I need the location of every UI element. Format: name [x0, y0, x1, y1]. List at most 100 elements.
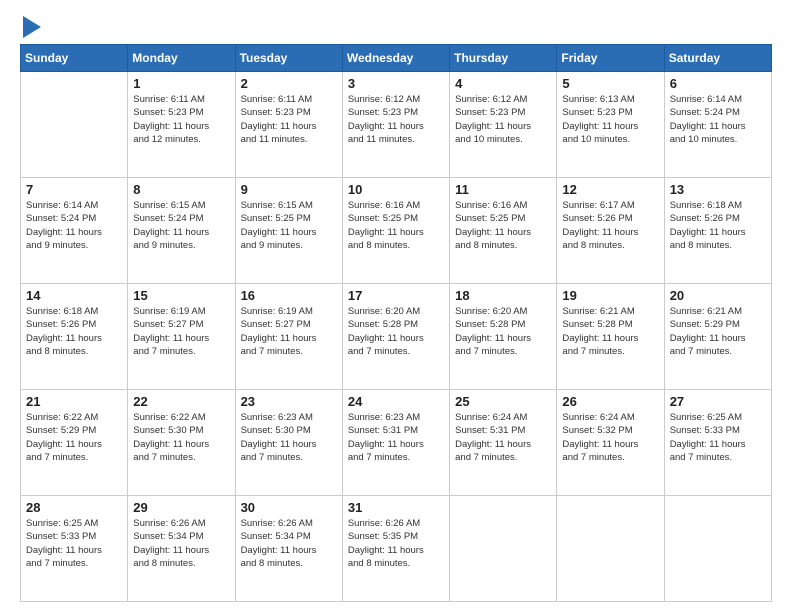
cell-info: Sunrise: 6:18 AM Sunset: 5:26 PM Dayligh… — [670, 199, 766, 252]
day-number: 11 — [455, 182, 551, 197]
calendar-cell — [557, 496, 664, 602]
day-header-saturday: Saturday — [664, 45, 771, 72]
cell-info: Sunrise: 6:15 AM Sunset: 5:24 PM Dayligh… — [133, 199, 229, 252]
cell-info: Sunrise: 6:16 AM Sunset: 5:25 PM Dayligh… — [348, 199, 444, 252]
calendar-cell: 10 Sunrise: 6:16 AM Sunset: 5:25 PM Dayli… — [342, 178, 449, 284]
cell-info: Sunrise: 6:21 AM Sunset: 5:29 PM Dayligh… — [670, 305, 766, 358]
day-header-wednesday: Wednesday — [342, 45, 449, 72]
day-number: 21 — [26, 394, 122, 409]
week-row-5: 28Sunrise: 6:25 AM Sunset: 5:33 PM Dayli… — [21, 496, 772, 602]
day-number: 13 — [670, 182, 766, 197]
week-row-3: 14 Sunrise: 6:18 AM Sunset: 5:26 PM Dayli… — [21, 284, 772, 390]
calendar-cell: 24Sunrise: 6:23 AM Sunset: 5:31 PM Dayli… — [342, 390, 449, 496]
calendar-cell: 9Sunrise: 6:15 AM Sunset: 5:25 PM Daylig… — [235, 178, 342, 284]
cell-info: Sunrise: 6:24 AM Sunset: 5:32 PM Dayligh… — [562, 411, 658, 464]
calendar-cell: 6 Sunrise: 6:14 AM Sunset: 5:24 PM Daylig… — [664, 72, 771, 178]
cell-info: Sunrise: 6:22 AM Sunset: 5:30 PM Dayligh… — [133, 411, 229, 464]
calendar-cell: 22 Sunrise: 6:22 AM Sunset: 5:30 PM Dayli… — [128, 390, 235, 496]
day-number: 9 — [241, 182, 337, 197]
day-number: 14 — [26, 288, 122, 303]
cell-info: Sunrise: 6:14 AM Sunset: 5:24 PM Dayligh… — [670, 93, 766, 146]
cell-info: Sunrise: 6:23 AM Sunset: 5:30 PM Dayligh… — [241, 411, 337, 464]
cell-info: Sunrise: 6:16 AM Sunset: 5:25 PM Dayligh… — [455, 199, 551, 252]
day-number: 15 — [133, 288, 229, 303]
cell-info: Sunrise: 6:26 AM Sunset: 5:35 PM Dayligh… — [348, 517, 444, 570]
cell-info: Sunrise: 6:12 AM Sunset: 5:23 PM Dayligh… — [348, 93, 444, 146]
day-number: 27 — [670, 394, 766, 409]
day-number: 3 — [348, 76, 444, 91]
cell-info: Sunrise: 6:26 AM Sunset: 5:34 PM Dayligh… — [241, 517, 337, 570]
cell-info: Sunrise: 6:22 AM Sunset: 5:29 PM Dayligh… — [26, 411, 122, 464]
day-number: 12 — [562, 182, 658, 197]
calendar-cell: 18 Sunrise: 6:20 AM Sunset: 5:28 PM Dayli… — [450, 284, 557, 390]
day-header-monday: Monday — [128, 45, 235, 72]
day-number: 19 — [562, 288, 658, 303]
week-row-1: 1 Sunrise: 6:11 AM Sunset: 5:23 PM Daylig… — [21, 72, 772, 178]
day-number: 24 — [348, 394, 444, 409]
header — [20, 18, 772, 34]
cell-info: Sunrise: 6:11 AM Sunset: 5:23 PM Dayligh… — [241, 93, 337, 146]
cell-info: Sunrise: 6:17 AM Sunset: 5:26 PM Dayligh… — [562, 199, 658, 252]
cell-info: Sunrise: 6:21 AM Sunset: 5:28 PM Dayligh… — [562, 305, 658, 358]
calendar-cell: 23 Sunrise: 6:23 AM Sunset: 5:30 PM Dayli… — [235, 390, 342, 496]
cell-info: Sunrise: 6:12 AM Sunset: 5:23 PM Dayligh… — [455, 93, 551, 146]
day-number: 17 — [348, 288, 444, 303]
day-number: 16 — [241, 288, 337, 303]
cell-info: Sunrise: 6:20 AM Sunset: 5:28 PM Dayligh… — [348, 305, 444, 358]
day-number: 4 — [455, 76, 551, 91]
calendar-cell: 14 Sunrise: 6:18 AM Sunset: 5:26 PM Dayli… — [21, 284, 128, 390]
cell-info: Sunrise: 6:19 AM Sunset: 5:27 PM Dayligh… — [133, 305, 229, 358]
calendar-cell: 25Sunrise: 6:24 AM Sunset: 5:31 PM Dayli… — [450, 390, 557, 496]
calendar-table: SundayMondayTuesdayWednesdayThursdayFrid… — [20, 44, 772, 602]
cell-info: Sunrise: 6:19 AM Sunset: 5:27 PM Dayligh… — [241, 305, 337, 358]
calendar-cell: 26 Sunrise: 6:24 AM Sunset: 5:32 PM Dayli… — [557, 390, 664, 496]
calendar-cell: 1 Sunrise: 6:11 AM Sunset: 5:23 PM Daylig… — [128, 72, 235, 178]
day-header-thursday: Thursday — [450, 45, 557, 72]
calendar-cell: 30 Sunrise: 6:26 AM Sunset: 5:34 PM Dayli… — [235, 496, 342, 602]
calendar-cell: 11 Sunrise: 6:16 AM Sunset: 5:25 PM Dayli… — [450, 178, 557, 284]
calendar-cell — [450, 496, 557, 602]
day-number: 23 — [241, 394, 337, 409]
day-header-tuesday: Tuesday — [235, 45, 342, 72]
calendar-cell: 3 Sunrise: 6:12 AM Sunset: 5:23 PM Daylig… — [342, 72, 449, 178]
cell-info: Sunrise: 6:26 AM Sunset: 5:34 PM Dayligh… — [133, 517, 229, 570]
day-number: 10 — [348, 182, 444, 197]
day-number: 8 — [133, 182, 229, 197]
days-header-row: SundayMondayTuesdayWednesdayThursdayFrid… — [21, 45, 772, 72]
calendar-cell: 19 Sunrise: 6:21 AM Sunset: 5:28 PM Dayli… — [557, 284, 664, 390]
week-row-2: 7 Sunrise: 6:14 AM Sunset: 5:24 PM Daylig… — [21, 178, 772, 284]
day-header-friday: Friday — [557, 45, 664, 72]
cell-info: Sunrise: 6:25 AM Sunset: 5:33 PM Dayligh… — [26, 517, 122, 570]
calendar-cell: 27Sunrise: 6:25 AM Sunset: 5:33 PM Dayli… — [664, 390, 771, 496]
calendar-cell: 31 Sunrise: 6:26 AM Sunset: 5:35 PM Dayli… — [342, 496, 449, 602]
calendar-cell: 15 Sunrise: 6:19 AM Sunset: 5:27 PM Dayli… — [128, 284, 235, 390]
calendar-cell: 13 Sunrise: 6:18 AM Sunset: 5:26 PM Dayli… — [664, 178, 771, 284]
cell-info: Sunrise: 6:13 AM Sunset: 5:23 PM Dayligh… — [562, 93, 658, 146]
page: SundayMondayTuesdayWednesdayThursdayFrid… — [0, 0, 792, 612]
calendar-cell: 5 Sunrise: 6:13 AM Sunset: 5:23 PM Daylig… — [557, 72, 664, 178]
cell-info: Sunrise: 6:11 AM Sunset: 5:23 PM Dayligh… — [133, 93, 229, 146]
calendar-cell — [21, 72, 128, 178]
calendar-cell: 7 Sunrise: 6:14 AM Sunset: 5:24 PM Daylig… — [21, 178, 128, 284]
day-number: 26 — [562, 394, 658, 409]
day-number: 7 — [26, 182, 122, 197]
cell-info: Sunrise: 6:18 AM Sunset: 5:26 PM Dayligh… — [26, 305, 122, 358]
calendar-cell: 21 Sunrise: 6:22 AM Sunset: 5:29 PM Dayli… — [21, 390, 128, 496]
day-number: 20 — [670, 288, 766, 303]
calendar-cell: 8 Sunrise: 6:15 AM Sunset: 5:24 PM Daylig… — [128, 178, 235, 284]
calendar-cell: 20 Sunrise: 6:21 AM Sunset: 5:29 PM Dayli… — [664, 284, 771, 390]
day-number: 25 — [455, 394, 551, 409]
day-number: 5 — [562, 76, 658, 91]
day-number: 30 — [241, 500, 337, 515]
calendar-cell: 17 Sunrise: 6:20 AM Sunset: 5:28 PM Dayli… — [342, 284, 449, 390]
cell-info: Sunrise: 6:14 AM Sunset: 5:24 PM Dayligh… — [26, 199, 122, 252]
day-number: 22 — [133, 394, 229, 409]
day-number: 1 — [133, 76, 229, 91]
logo-icon — [23, 16, 41, 38]
calendar-cell: 4 Sunrise: 6:12 AM Sunset: 5:23 PM Daylig… — [450, 72, 557, 178]
day-number: 6 — [670, 76, 766, 91]
day-number: 18 — [455, 288, 551, 303]
cell-info: Sunrise: 6:20 AM Sunset: 5:28 PM Dayligh… — [455, 305, 551, 358]
calendar-cell: 28Sunrise: 6:25 AM Sunset: 5:33 PM Dayli… — [21, 496, 128, 602]
day-number: 31 — [348, 500, 444, 515]
